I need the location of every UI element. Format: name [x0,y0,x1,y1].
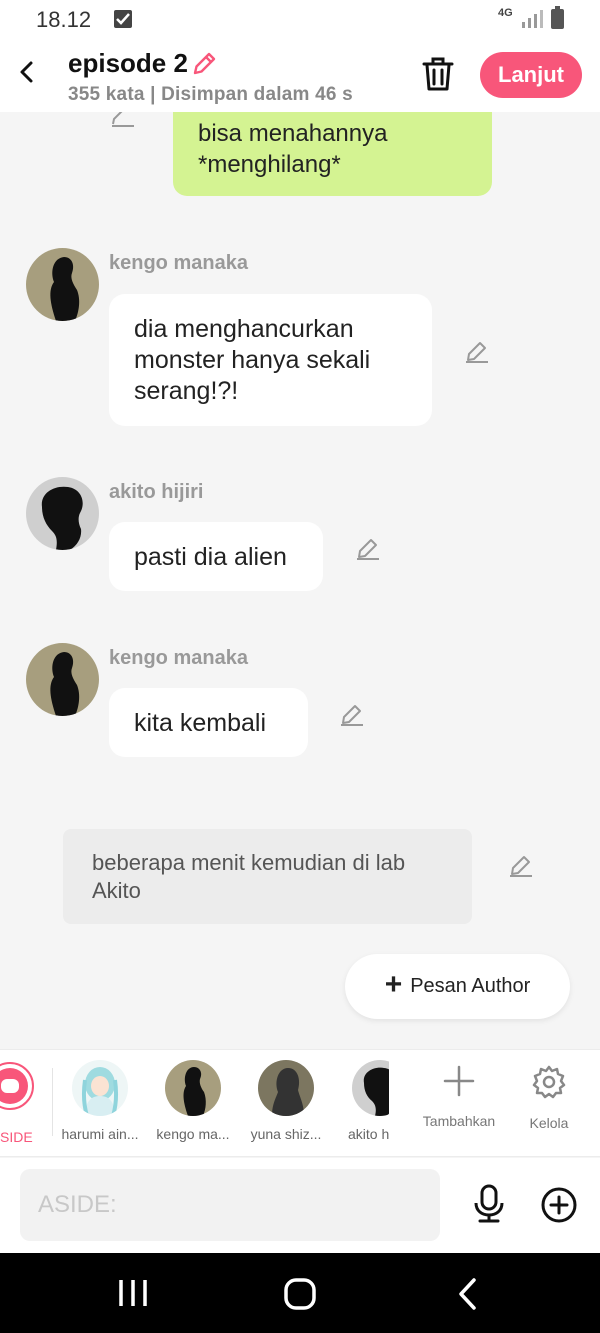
author-message-label: Pesan Author [410,975,531,997]
add-character-label: Tambahkan [422,1113,496,1129]
add-character-button[interactable]: Tambahkan [419,1064,499,1129]
back-arrow-icon[interactable] [14,58,42,86]
edit-message-pencil-icon[interactable] [355,537,381,561]
recent-apps-icon[interactable] [117,1278,149,1308]
character-name: akito h [348,1126,389,1142]
aside-character-icon[interactable] [0,1062,34,1110]
next-button[interactable]: Lanjut [480,52,582,98]
app-header: episode 2 355 kata | Disimpan dalam 46 s… [0,40,600,112]
message-bubble[interactable]: pasti dia alien [109,522,323,591]
word-count-status: 355 kata | Disimpan dalam 46 s [68,84,353,105]
network-type-label: 4G [498,7,513,19]
author-message-button[interactable]: + Pesan Author [345,954,570,1019]
back-nav-icon[interactable] [455,1277,481,1311]
manage-characters-label: Kelola [529,1115,569,1131]
status-bar: 18.12 4G [0,0,600,40]
battery-icon [551,6,564,29]
character-harumi[interactable]: harumi ain... [55,1060,145,1142]
message-input[interactable] [20,1169,440,1241]
character-selector-bar: SIDE harumi ain... kengo ma... yuna shiz… [0,1049,600,1157]
sender-name: kengo manaka [109,252,248,274]
signal-icon [522,10,543,28]
status-time: 18.12 [36,7,92,32]
checkbox-notification-icon [114,10,132,28]
edit-title-pencil-icon[interactable] [190,50,218,78]
gear-icon [532,1065,566,1099]
avatar-yuna [258,1060,314,1116]
avatar-kengo [165,1060,221,1116]
edit-message-pencil-icon[interactable] [339,703,365,727]
character-akito[interactable]: akito h [334,1060,389,1142]
add-circle-icon[interactable] [540,1186,578,1224]
home-icon[interactable] [283,1277,317,1311]
avatar-kengo[interactable] [26,248,99,321]
character-yuna[interactable]: yuna shiz... [241,1060,331,1142]
aside-character-label: SIDE [0,1129,33,1145]
message-bubble[interactable]: dia menghancurkan monster hanya sekali s… [109,294,432,426]
message-input-bar [0,1158,600,1253]
divider [52,1068,53,1136]
edit-message-pencil-icon[interactable] [464,340,490,364]
system-navigation-bar [0,1253,600,1333]
sender-name: akito hijiri [109,481,204,503]
message-bubble-self[interactable]: bisa menahannya *menghilang* [173,112,492,196]
chat-area: bisa menahannya *menghilang* kengo manak… [0,112,600,1049]
plus-icon: + [384,968,403,1001]
avatar-harumi [72,1060,128,1116]
character-kengo[interactable]: kengo ma... [148,1060,238,1142]
page-title: episode 2 [68,48,188,78]
character-name: kengo ma... [156,1126,230,1142]
manage-characters-button[interactable]: Kelola [509,1064,589,1131]
character-name: yuna shiz... [250,1126,322,1142]
avatar-kengo[interactable] [26,643,99,716]
plus-icon [443,1065,475,1097]
trash-icon[interactable] [421,56,455,92]
message-bubble[interactable]: kita kembali [109,688,308,757]
avatar-akito [352,1060,389,1116]
sender-name: kengo manaka [109,647,248,669]
character-name: harumi ain... [61,1126,139,1142]
edit-message-pencil-icon[interactable] [508,854,534,878]
microphone-icon[interactable] [470,1184,508,1224]
aside-narration-bubble[interactable]: beberapa menit kemudian di lab Akito [63,829,472,924]
avatar-akito[interactable] [26,477,99,550]
edit-message-pencil-icon[interactable] [110,112,136,128]
